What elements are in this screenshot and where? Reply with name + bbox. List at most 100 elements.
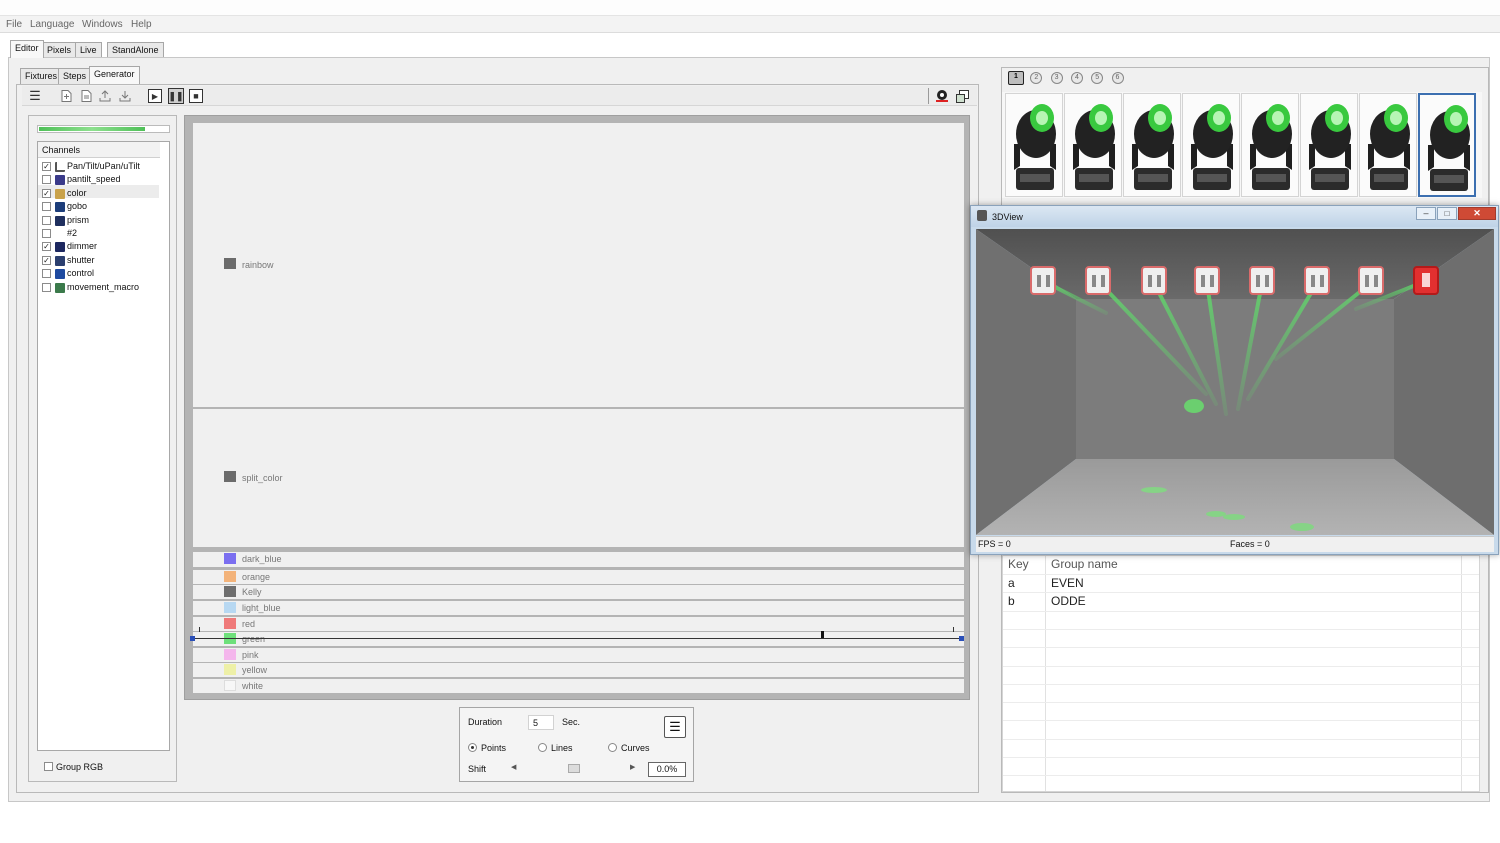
menu-file[interactable]: File bbox=[6, 19, 22, 30]
color-wheel-icon bbox=[55, 188, 65, 199]
duration-input[interactable]: 5 bbox=[528, 715, 554, 730]
close-icon[interactable]: ✕ bbox=[1458, 207, 1496, 220]
channel-checkbox[interactable]: ✓ bbox=[42, 242, 51, 252]
tab-standalone[interactable]: StandAlone bbox=[107, 42, 164, 58]
channel-checkbox[interactable]: ✓ bbox=[42, 188, 51, 198]
generator-color-row[interactable] bbox=[193, 648, 964, 662]
generator-color-row[interactable] bbox=[193, 570, 964, 584]
rainbow-swatch bbox=[224, 258, 236, 269]
group-row-a-name[interactable]: EVEN bbox=[1051, 576, 1084, 590]
page-button[interactable]: 6 bbox=[1111, 72, 1124, 84]
channel-checkbox[interactable] bbox=[42, 215, 51, 225]
channel-label: movement_macro bbox=[67, 281, 140, 292]
maximize-icon[interactable]: □ bbox=[1437, 207, 1457, 220]
curve-end-handle[interactable] bbox=[959, 636, 964, 641]
group-table-gridline bbox=[1003, 665, 1479, 667]
generator-row-rainbow[interactable] bbox=[193, 123, 964, 407]
mode-points-label: Points bbox=[481, 743, 507, 753]
curve-marker[interactable] bbox=[821, 631, 824, 638]
channels-header: Channels bbox=[42, 145, 81, 155]
channel-checkbox[interactable]: ✓ bbox=[42, 255, 51, 265]
channel-label: control bbox=[67, 268, 95, 279]
hamburger-menu-icon[interactable]: ☰ bbox=[28, 88, 42, 103]
mode-lines-radio[interactable] bbox=[538, 743, 547, 752]
generator-color-row[interactable] bbox=[193, 617, 964, 631]
generator-color-row[interactable] bbox=[193, 601, 964, 615]
stop-icon[interactable]: ■ bbox=[189, 89, 203, 103]
tab-generator[interactable]: Generator bbox=[89, 66, 140, 84]
color-swatch bbox=[224, 680, 236, 691]
window-copy-icon[interactable] bbox=[955, 89, 969, 103]
page-button[interactable]: 3 bbox=[1050, 72, 1063, 84]
fixture-thumbnail[interactable] bbox=[1359, 93, 1417, 197]
color-row-label: red bbox=[242, 619, 256, 629]
dimmer-icon bbox=[55, 242, 65, 253]
group-header-key: Key bbox=[1008, 557, 1029, 571]
generator-color-row[interactable] bbox=[193, 663, 964, 677]
color-row-label: orange bbox=[242, 572, 271, 582]
export-icon[interactable] bbox=[98, 89, 112, 103]
mode-curves-radio[interactable] bbox=[608, 743, 617, 752]
tab-pixels[interactable]: Pixels bbox=[42, 42, 77, 58]
generator-row-split-color[interactable] bbox=[193, 409, 964, 547]
group-table-gridline bbox=[1003, 738, 1479, 740]
faces-readout: Faces = 0 bbox=[1230, 539, 1270, 549]
tab-steps[interactable]: Steps bbox=[58, 68, 92, 84]
group-row-b-key[interactable]: b bbox=[1008, 594, 1015, 608]
group-table-gridline bbox=[1003, 702, 1479, 704]
3d-viewport[interactable] bbox=[976, 229, 1494, 535]
pause-icon[interactable]: ❚❚ bbox=[168, 88, 184, 104]
color-swatch bbox=[224, 618, 236, 629]
record-icon[interactable] bbox=[935, 89, 949, 103]
channel-checkbox[interactable]: ✓ bbox=[42, 162, 51, 171]
group-rgb-checkbox[interactable] bbox=[44, 762, 53, 771]
channel-checkbox[interactable] bbox=[42, 175, 51, 185]
channel-label: #2 bbox=[67, 228, 78, 238]
tab-fixtures[interactable]: Fixtures bbox=[20, 68, 63, 84]
menu-language[interactable]: Language bbox=[30, 19, 75, 30]
channel-checkbox[interactable] bbox=[42, 282, 51, 292]
channel-checkbox[interactable] bbox=[42, 229, 51, 238]
play-icon[interactable]: ▶ bbox=[148, 89, 162, 103]
shift-label: Shift bbox=[468, 764, 487, 774]
mode-points-radio[interactable] bbox=[468, 743, 477, 752]
new-file-icon[interactable] bbox=[59, 89, 73, 103]
generator-color-row[interactable] bbox=[193, 679, 964, 693]
menu-windows[interactable]: Windows bbox=[82, 19, 123, 30]
movement-macro-icon bbox=[55, 282, 65, 293]
color-swatch bbox=[224, 664, 236, 675]
shift-slider[interactable]: ◀ ▶ bbox=[508, 763, 640, 775]
fixture-thumbnail[interactable] bbox=[1300, 93, 1358, 197]
minimize-icon[interactable]: – bbox=[1416, 207, 1436, 220]
fixture-thumbnail[interactable] bbox=[1123, 93, 1181, 197]
generator-color-row[interactable] bbox=[193, 585, 964, 599]
group-row-b-name[interactable]: ODDE bbox=[1051, 594, 1086, 608]
shift-value[interactable]: 0.0% bbox=[648, 762, 686, 777]
fixture-thumbnail[interactable] bbox=[1418, 93, 1476, 197]
page-button[interactable]: 1 bbox=[1008, 71, 1024, 85]
open-file-icon[interactable] bbox=[79, 89, 93, 103]
group-table-gridline bbox=[1003, 775, 1479, 777]
channel-checkbox[interactable] bbox=[42, 269, 51, 279]
gobo-icon bbox=[55, 202, 65, 213]
menu-help[interactable]: Help bbox=[131, 19, 152, 30]
group-row-a-key[interactable]: a bbox=[1008, 576, 1015, 590]
channel-checkbox[interactable] bbox=[42, 202, 51, 212]
fixture-thumbnail[interactable] bbox=[1241, 93, 1299, 197]
fixture-thumbnail[interactable] bbox=[1005, 93, 1063, 197]
curve-tick-left bbox=[199, 627, 200, 632]
generator-color-row[interactable] bbox=[193, 632, 964, 646]
fixture-thumbnail[interactable] bbox=[1064, 93, 1122, 197]
3dview-title: 3DView bbox=[992, 212, 1023, 222]
import-icon[interactable] bbox=[118, 89, 132, 103]
tab-live[interactable]: Live bbox=[75, 42, 102, 58]
generator-color-row[interactable] bbox=[193, 552, 964, 567]
fixture-thumbnail[interactable] bbox=[1182, 93, 1240, 197]
options-menu-icon[interactable]: ☰ bbox=[664, 716, 686, 738]
curve-start-handle[interactable] bbox=[190, 636, 195, 641]
tab-editor[interactable]: Editor bbox=[10, 40, 44, 58]
group-table-gridline bbox=[1003, 647, 1479, 649]
generator-toolbar bbox=[22, 86, 977, 106]
page-button[interactable]: 4 bbox=[1070, 72, 1083, 84]
shutter-icon bbox=[55, 255, 65, 266]
